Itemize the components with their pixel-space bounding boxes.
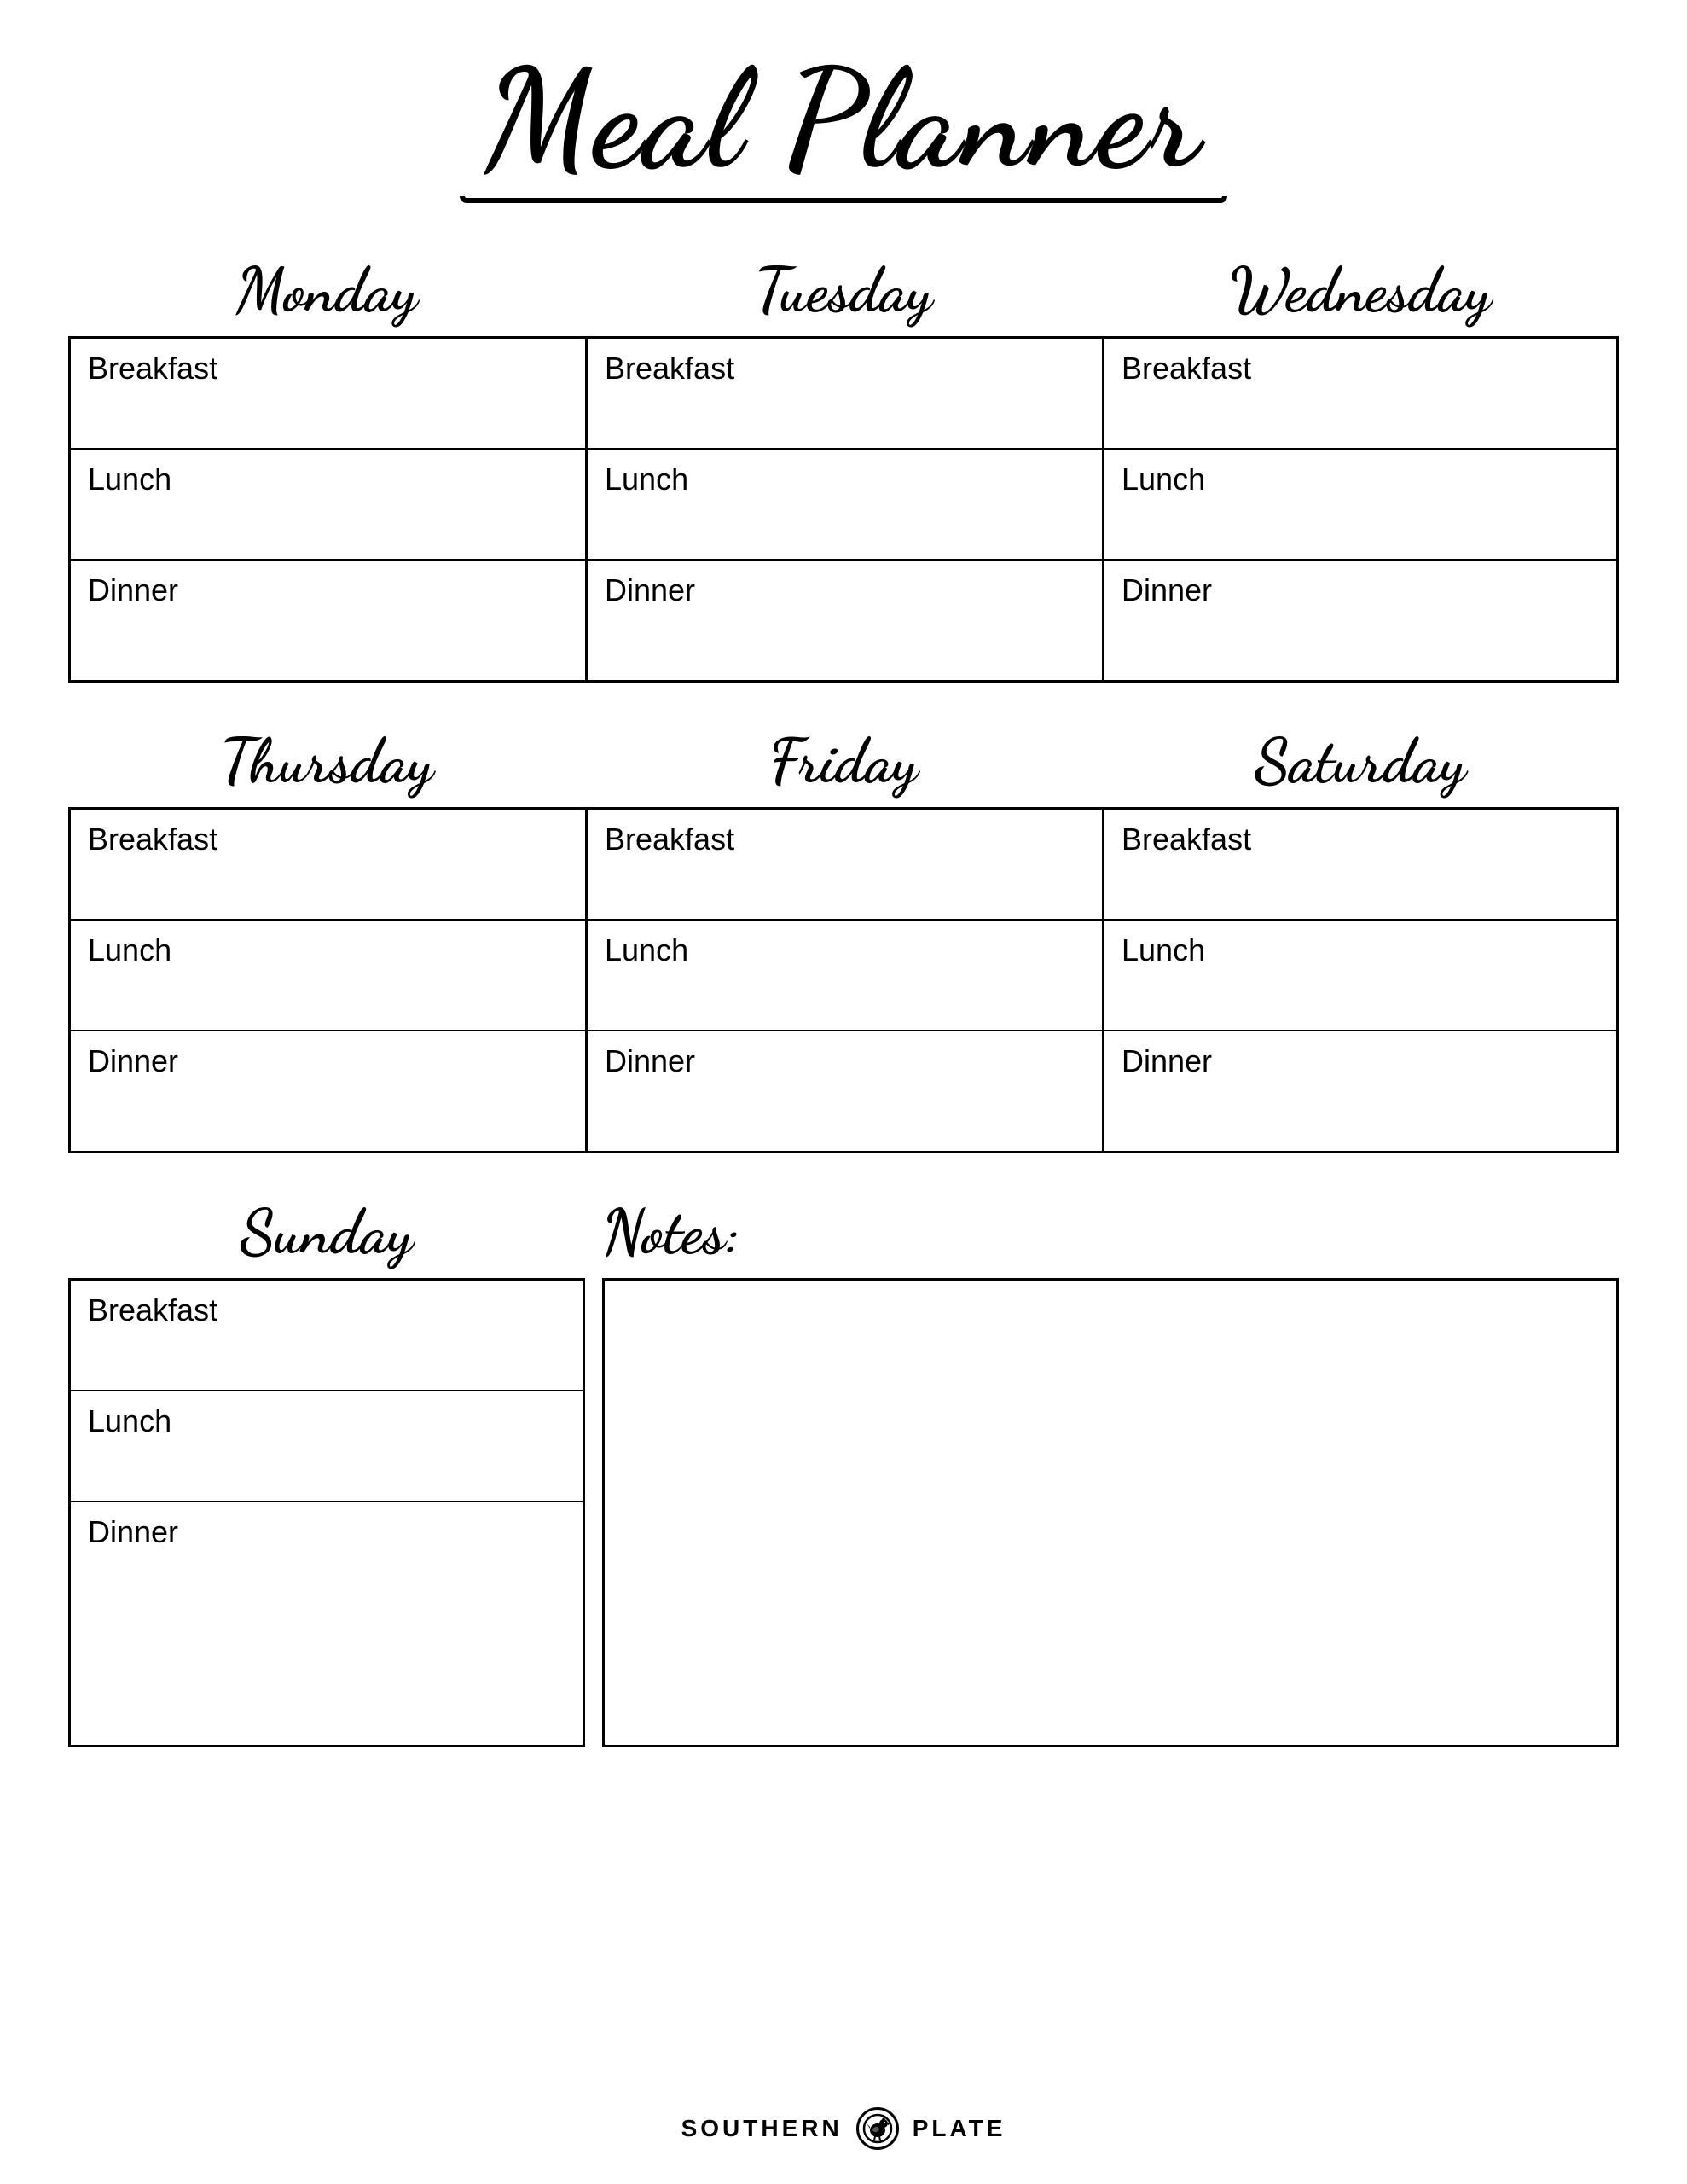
- meal-label-sunday-breakfast: Breakfast: [88, 1292, 565, 1328]
- meal-cell-friday-breakfast[interactable]: Breakfast: [588, 810, 1102, 921]
- day-label-friday: Friday: [585, 725, 1102, 799]
- day-box-monday: Breakfast Lunch Dinner: [68, 336, 585, 682]
- meal-label-friday-lunch: Lunch: [605, 932, 1085, 968]
- page-title: Meal Planner: [484, 51, 1203, 188]
- day-box-thursday: Breakfast Lunch Dinner: [68, 807, 585, 1153]
- meal-label-sunday-lunch: Lunch: [88, 1403, 565, 1439]
- meal-cell-saturday-dinner[interactable]: Dinner: [1104, 1031, 1616, 1151]
- meal-cell-wednesday-dinner[interactable]: Dinner: [1104, 561, 1616, 680]
- day-label-monday: Monday: [68, 254, 585, 328]
- planner-grid: Monday Breakfast Lunch Dinner Tuesday Br…: [68, 254, 1619, 1798]
- meal-label-wednesday-dinner: Dinner: [1122, 572, 1599, 608]
- meal-label-thursday-dinner: Dinner: [88, 1043, 568, 1079]
- meal-label-wednesday-lunch: Lunch: [1122, 462, 1599, 497]
- meal-label-tuesday-breakfast: Breakfast: [605, 351, 1085, 386]
- day-column-friday: Friday Breakfast Lunch Dinner: [585, 725, 1102, 1153]
- meal-label-saturday-dinner: Dinner: [1122, 1043, 1599, 1079]
- meal-cell-monday-dinner[interactable]: Dinner: [71, 561, 585, 680]
- meal-label-monday-dinner: Dinner: [88, 572, 568, 608]
- meal-label-friday-dinner: Dinner: [605, 1043, 1085, 1079]
- meal-cell-saturday-breakfast[interactable]: Breakfast: [1104, 810, 1616, 921]
- meal-label-thursday-lunch: Lunch: [88, 932, 568, 968]
- day-box-wednesday: Breakfast Lunch Dinner: [1102, 336, 1619, 682]
- meal-cell-sunday-lunch[interactable]: Lunch: [71, 1391, 583, 1502]
- meal-label-thursday-breakfast: Breakfast: [88, 822, 568, 857]
- day-label-saturday: Saturday: [1102, 725, 1619, 799]
- title-underline: [460, 196, 1227, 203]
- meal-cell-sunday-breakfast[interactable]: Breakfast: [71, 1281, 583, 1391]
- meal-cell-thursday-dinner[interactable]: Dinner: [71, 1031, 585, 1151]
- meal-label-saturday-breakfast: Breakfast: [1122, 822, 1599, 857]
- day-label-thursday: Thursday: [68, 725, 585, 799]
- day-column-saturday: Saturday Breakfast Lunch Dinner: [1102, 725, 1619, 1153]
- meal-label-tuesday-lunch: Lunch: [605, 462, 1085, 497]
- day-box-friday: Breakfast Lunch Dinner: [585, 807, 1102, 1153]
- week-row-1: Monday Breakfast Lunch Dinner Tuesday Br…: [68, 254, 1619, 682]
- meal-cell-thursday-lunch[interactable]: Lunch: [71, 921, 585, 1031]
- meal-label-monday-breakfast: Breakfast: [88, 351, 568, 386]
- meal-cell-wednesday-lunch[interactable]: Lunch: [1104, 450, 1616, 561]
- meal-cell-sunday-dinner[interactable]: Dinner: [71, 1502, 583, 1622]
- notes-label: Notes:: [602, 1196, 1619, 1269]
- notes-box[interactable]: [602, 1278, 1619, 1747]
- day-label-tuesday: Tuesday: [585, 254, 1102, 328]
- meal-label-wednesday-breakfast: Breakfast: [1122, 351, 1599, 386]
- meal-cell-wednesday-breakfast[interactable]: Breakfast: [1104, 339, 1616, 450]
- week-row-2: Thursday Breakfast Lunch Dinner Friday B…: [68, 725, 1619, 1153]
- meal-label-tuesday-dinner: Dinner: [605, 572, 1085, 608]
- day-column-wednesday: Wednesday Breakfast Lunch Dinner: [1102, 254, 1619, 682]
- meal-cell-tuesday-dinner[interactable]: Dinner: [588, 561, 1102, 680]
- meal-label-monday-lunch: Lunch: [88, 462, 568, 497]
- meal-cell-saturday-lunch[interactable]: Lunch: [1104, 921, 1616, 1031]
- meal-cell-monday-lunch[interactable]: Lunch: [71, 450, 585, 561]
- chicken-icon: [856, 2107, 899, 2150]
- day-box-saturday: Breakfast Lunch Dinner: [1102, 807, 1619, 1153]
- meal-label-saturday-lunch: Lunch: [1122, 932, 1599, 968]
- meal-cell-thursday-breakfast[interactable]: Breakfast: [71, 810, 585, 921]
- notes-column: Notes:: [585, 1196, 1619, 1747]
- meal-cell-friday-dinner[interactable]: Dinner: [588, 1031, 1102, 1151]
- day-label-sunday: Sunday: [68, 1196, 585, 1269]
- bottom-row: Sunday Breakfast Lunch Dinner Notes:: [68, 1196, 1619, 1747]
- meal-cell-monday-breakfast[interactable]: Breakfast: [71, 339, 585, 450]
- meal-label-sunday-dinner: Dinner: [88, 1514, 565, 1550]
- meal-cell-tuesday-lunch[interactable]: Lunch: [588, 450, 1102, 561]
- footer: SOUTHERN PLATE: [681, 2090, 1006, 2150]
- day-column-monday: Monday Breakfast Lunch Dinner: [68, 254, 585, 682]
- meal-label-friday-breakfast: Breakfast: [605, 822, 1085, 857]
- sunday-column: Sunday Breakfast Lunch Dinner: [68, 1196, 585, 1747]
- footer-left: SOUTHERN: [681, 2115, 843, 2142]
- meal-cell-tuesday-breakfast[interactable]: Breakfast: [588, 339, 1102, 450]
- day-label-wednesday: Wednesday: [1102, 254, 1619, 328]
- day-column-tuesday: Tuesday Breakfast Lunch Dinner: [585, 254, 1102, 682]
- meal-cell-friday-lunch[interactable]: Lunch: [588, 921, 1102, 1031]
- footer-right: PLATE: [913, 2115, 1006, 2142]
- day-box-sunday: Breakfast Lunch Dinner: [68, 1278, 585, 1747]
- day-column-thursday: Thursday Breakfast Lunch Dinner: [68, 725, 585, 1153]
- day-box-tuesday: Breakfast Lunch Dinner: [585, 336, 1102, 682]
